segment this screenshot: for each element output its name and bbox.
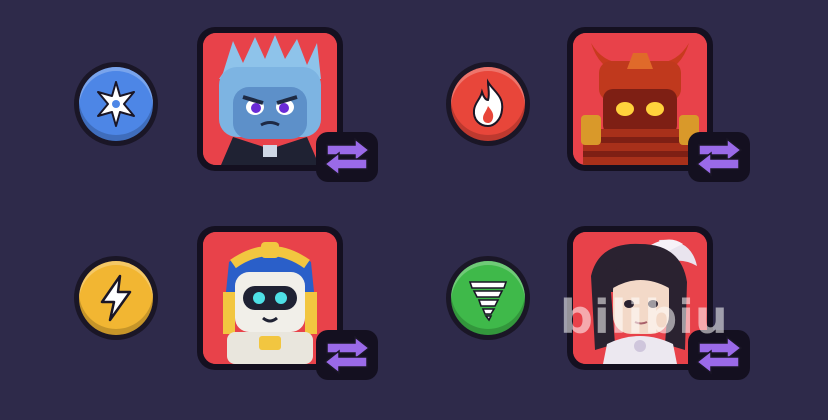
dark-haired-hero-image <box>573 232 707 364</box>
ice-badge-circle <box>79 67 153 141</box>
snowflake-icon <box>97 81 135 127</box>
ice-element-badge <box>74 62 158 146</box>
dark-haired-hero-portrait <box>573 232 707 364</box>
wind-badge-circle <box>451 261 525 335</box>
ice-swap-button[interactable] <box>316 132 378 182</box>
hero-element-selection-screen: bilibiu <box>0 0 828 420</box>
wind-element-badge <box>446 256 530 340</box>
flame-icon <box>472 78 504 128</box>
lightning-element-badge <box>74 256 158 340</box>
swap-arrows-icon <box>695 335 743 375</box>
lightning-badge-circle <box>79 261 153 335</box>
fire-element-badge <box>446 62 530 146</box>
fire-samurai-portrait <box>573 33 707 165</box>
fire-badge-circle <box>451 67 525 141</box>
swap-arrows-icon <box>323 137 371 177</box>
swap-arrows-icon <box>695 137 743 177</box>
fire-samurai-image <box>573 33 707 165</box>
wind-swap-button[interactable] <box>688 330 750 380</box>
lightning-bolt-icon <box>100 274 132 322</box>
swap-arrows-icon <box>323 335 371 375</box>
tornado-icon <box>468 281 508 322</box>
fire-swap-button[interactable] <box>688 132 750 182</box>
lightning-swap-button[interactable] <box>316 330 378 380</box>
